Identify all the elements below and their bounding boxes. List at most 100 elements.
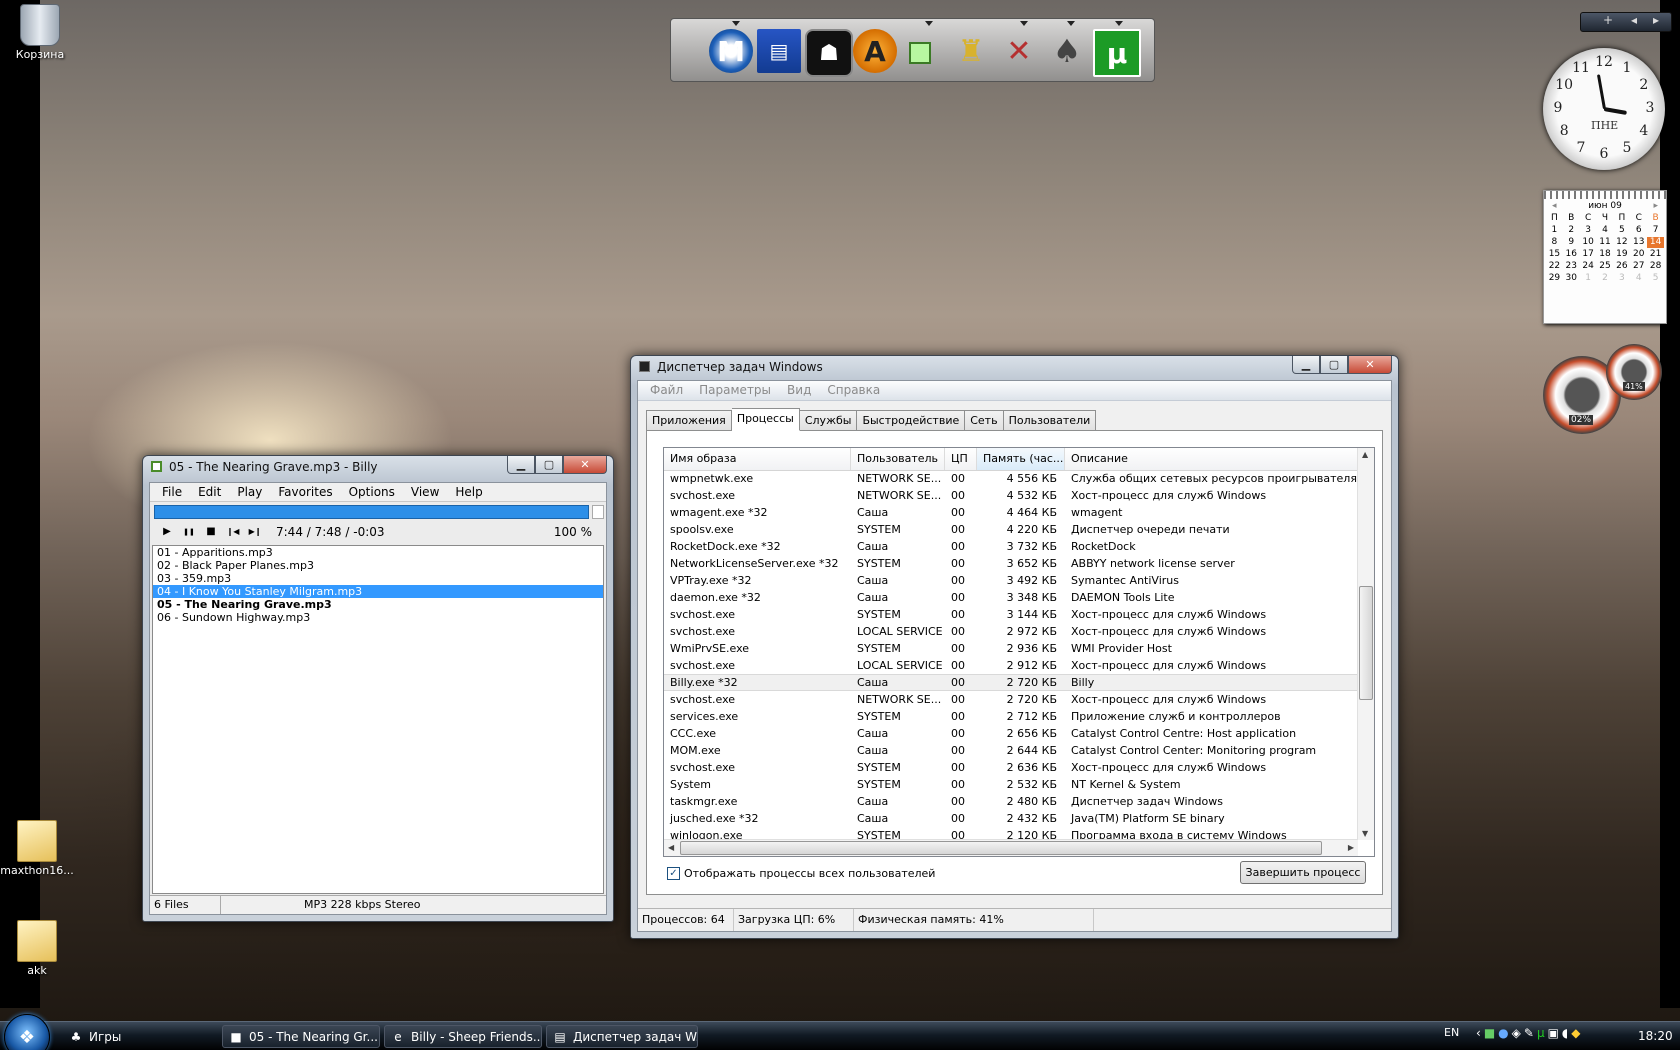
tray-shield-icon[interactable]: ◆ [1571,1026,1583,1040]
calendar-day[interactable]: 28 [1647,261,1664,272]
player-menu-play[interactable]: Play [229,483,270,501]
process-row[interactable]: WmiPrvSE.exe SYSTEM 00 2 936 КБ WMI Provider… [664,640,1358,657]
tray-pen-icon[interactable]: ✎ [1524,1026,1537,1040]
player-menu-view[interactable]: View [403,483,447,501]
playlist-item[interactable]: 06 - Sundown Highway.mp3 [153,611,603,624]
calendar-day[interactable]: 15 [1546,249,1563,260]
calendar-day[interactable]: 4 [1597,225,1614,236]
horizontal-scrollbar[interactable]: ◀ ▶ [664,839,1358,856]
calendar-day[interactable]: 5 [1647,273,1664,284]
playlist-item[interactable]: 01 - Apparitions.mp3 [153,546,603,559]
player-window[interactable]: 05 - The Nearing Grave.mp3 - Billy ▁ ▢ ✕… [142,455,614,922]
column-header[interactable]: Описание [1065,448,1358,470]
column-header[interactable]: Имя образа [664,448,851,470]
sidebar-next-button[interactable]: ▸ [1653,13,1659,27]
calendar-day[interactable]: 25 [1597,261,1614,272]
scroll-down-arrow-icon[interactable]: ▼ [1362,829,1368,838]
aimp-icon[interactable]: A [853,29,897,73]
tray-green-icon[interactable]: ■ [1484,1026,1498,1040]
process-row[interactable]: VPTray.exe *32 Саша 00 3 492 КБ Symantec Ant… [664,572,1358,589]
calendar-day[interactable]: 19 [1613,249,1630,260]
desktop-icon-recycle-bin[interactable]: Корзина [0,4,80,61]
calendar-next-button[interactable]: ▸ [1653,199,1658,213]
pause-button[interactable]: ❚❚ [182,525,196,539]
taskbar-button[interactable]: e Billy - Sheep Friends... [384,1025,542,1048]
taskmgr-menu-item[interactable]: Файл [642,381,691,400]
tab-2[interactable]: Службы [799,410,858,431]
clock-gadget[interactable]: 12 1 2 3 4 5 6 7 8 9 10 11 ПНЕ [1543,48,1665,170]
process-row[interactable]: svchost.exe SYSTEM 00 2 636 КБ Хост-процесс … [664,759,1358,776]
playlist-item[interactable]: 02 - Black Paper Planes.mp3 [153,559,603,572]
minimize-button[interactable]: ▁ [507,456,535,474]
taskmgr-menu-item[interactable]: Параметры [691,381,779,400]
calendar-day[interactable]: 1 [1580,273,1597,284]
taskbar-button[interactable]: ■ 05 - The Nearing Gr... [222,1025,380,1048]
taskbar-button[interactable]: ▤ Диспетчер задач W... [546,1025,698,1048]
calendar-day[interactable]: 17 [1580,249,1597,260]
green-square-icon[interactable] [909,42,931,64]
process-row[interactable]: wmpnetwk.exe NETWORK SE... 00 4 556 КБ Служб… [664,470,1358,487]
calendar-day[interactable]: 24 [1580,261,1597,272]
calendar-day[interactable]: 6 [1630,225,1647,236]
tab-5[interactable]: Пользователи [1003,410,1097,431]
tray-daemon-icon[interactable]: ◈ [1512,1026,1524,1040]
tab-1[interactable]: Процессы [731,408,800,431]
close-button[interactable]: ✕ [1348,356,1392,374]
playlist[interactable]: 01 - Apparitions.mp3 02 - Black Paper Pla… [152,545,604,894]
process-row[interactable]: CCC.exe Саша 00 2 656 КБ Catalyst Control Ce… [664,725,1358,742]
process-row[interactable]: svchost.exe LOCAL SERVICE 00 2 912 КБ Хост-п… [664,657,1358,674]
tab-4[interactable]: Сеть [965,410,1004,431]
calendar-gadget[interactable]: ◂ июн 09 ▸ П В С Ч П С В 1 2 3 4 5 6 7 8 9 10 11 12 13 14 15 1… [1543,190,1667,324]
calendar-day[interactable]: 2 [1563,225,1580,236]
calendar-day[interactable]: 8 [1546,237,1563,248]
tray-arrow-icon[interactable]: ‹ [1476,1026,1484,1040]
process-row[interactable]: MOM.exe Саша 00 2 644 КБ Catalyst Control Ce… [664,742,1358,759]
show-all-processes-option[interactable]: ✓ Отображать процессы всех пользователей [667,867,935,880]
next-track-button[interactable]: ▶❙ [248,525,262,539]
vertical-scrollbar[interactable]: ▲ ▼ [1357,448,1374,840]
taskbar-button[interactable]: ♣ Игры [62,1025,218,1048]
taskbar-clock[interactable]: 18:20 [1638,1029,1673,1043]
process-row[interactable]: RocketDock.exe *32 Саша 00 3 732 КБ RocketDo… [664,538,1358,555]
calendar-day[interactable]: 13 [1630,237,1647,248]
cpu-meter-gadget[interactable]: 02% 41% [1543,342,1665,434]
process-row[interactable]: spoolsv.exe SYSTEM 00 4 220 КБ Диспетчер оче… [664,521,1358,538]
seek-handle[interactable] [592,505,604,519]
process-row[interactable]: taskmgr.exe Саша 00 2 480 КБ Диспетчер задач… [664,793,1358,810]
process-row[interactable]: svchost.exe SYSTEM 00 3 144 КБ Хост-процесс … [664,606,1358,623]
calendar-day[interactable]: 1 [1546,225,1563,236]
player-menu-edit[interactable]: Edit [190,483,229,501]
seek-bar[interactable] [154,505,589,519]
process-row[interactable]: svchost.exe NETWORK SE... 00 4 532 КБ Хост-п… [664,487,1358,504]
calendar-day[interactable]: 23 [1563,261,1580,272]
player-menu-help[interactable]: Help [447,483,490,501]
taskmgr-menu-item[interactable]: Справка [819,381,888,400]
calendar-day[interactable]: 20 [1630,249,1647,260]
player-menu-favorites[interactable]: Favorites [270,483,340,501]
start-button[interactable]: ❖ [4,1014,50,1050]
sidebar-add-button[interactable]: + [1603,13,1613,27]
process-row[interactable]: svchost.exe LOCAL SERVICE 00 2 972 КБ Хост-п… [664,623,1358,640]
show-all-processes-checkbox[interactable]: ✓ [667,867,680,880]
sidebar-prev-button[interactable]: ◂ [1631,13,1637,27]
maximize-button[interactable]: ▢ [1320,356,1348,374]
calendar-prev-button[interactable]: ◂ [1552,199,1557,213]
calendar-day[interactable]: 3 [1580,225,1597,236]
column-header[interactable]: ЦП [945,448,977,470]
process-row[interactable]: services.exe SYSTEM 00 2 712 КБ Приложение с… [664,708,1358,725]
robot-icon[interactable]: ♜ [949,29,993,73]
playlist-item[interactable]: 04 - I Know You Stanley Milgram.mp3 [153,585,603,598]
calendar-day[interactable]: 30 [1563,273,1580,284]
column-header[interactable]: Пользователь [851,448,945,470]
process-row[interactable]: daemon.exe *32 Саша 00 3 348 КБ DAEMON Tools… [664,589,1358,606]
calendar-day[interactable]: 22 [1546,261,1563,272]
minimize-button[interactable]: ▁ [1292,356,1320,374]
task-manager-window[interactable]: Диспетчер задач Windows ▁ ▢ ✕ Файл Параме… [630,355,1399,939]
desktop-icon-akk-folder[interactable]: akk [0,920,77,977]
droplet-icon[interactable]: ♠ [1045,29,1089,73]
calendar-day[interactable]: 9 [1563,237,1580,248]
tab-3[interactable]: Быстродействие [857,410,966,431]
previous-track-button[interactable]: ❙◀ [226,525,240,539]
end-process-button[interactable]: Завершить процесс [1240,861,1366,884]
maxthon-icon[interactable]: M [709,29,753,73]
